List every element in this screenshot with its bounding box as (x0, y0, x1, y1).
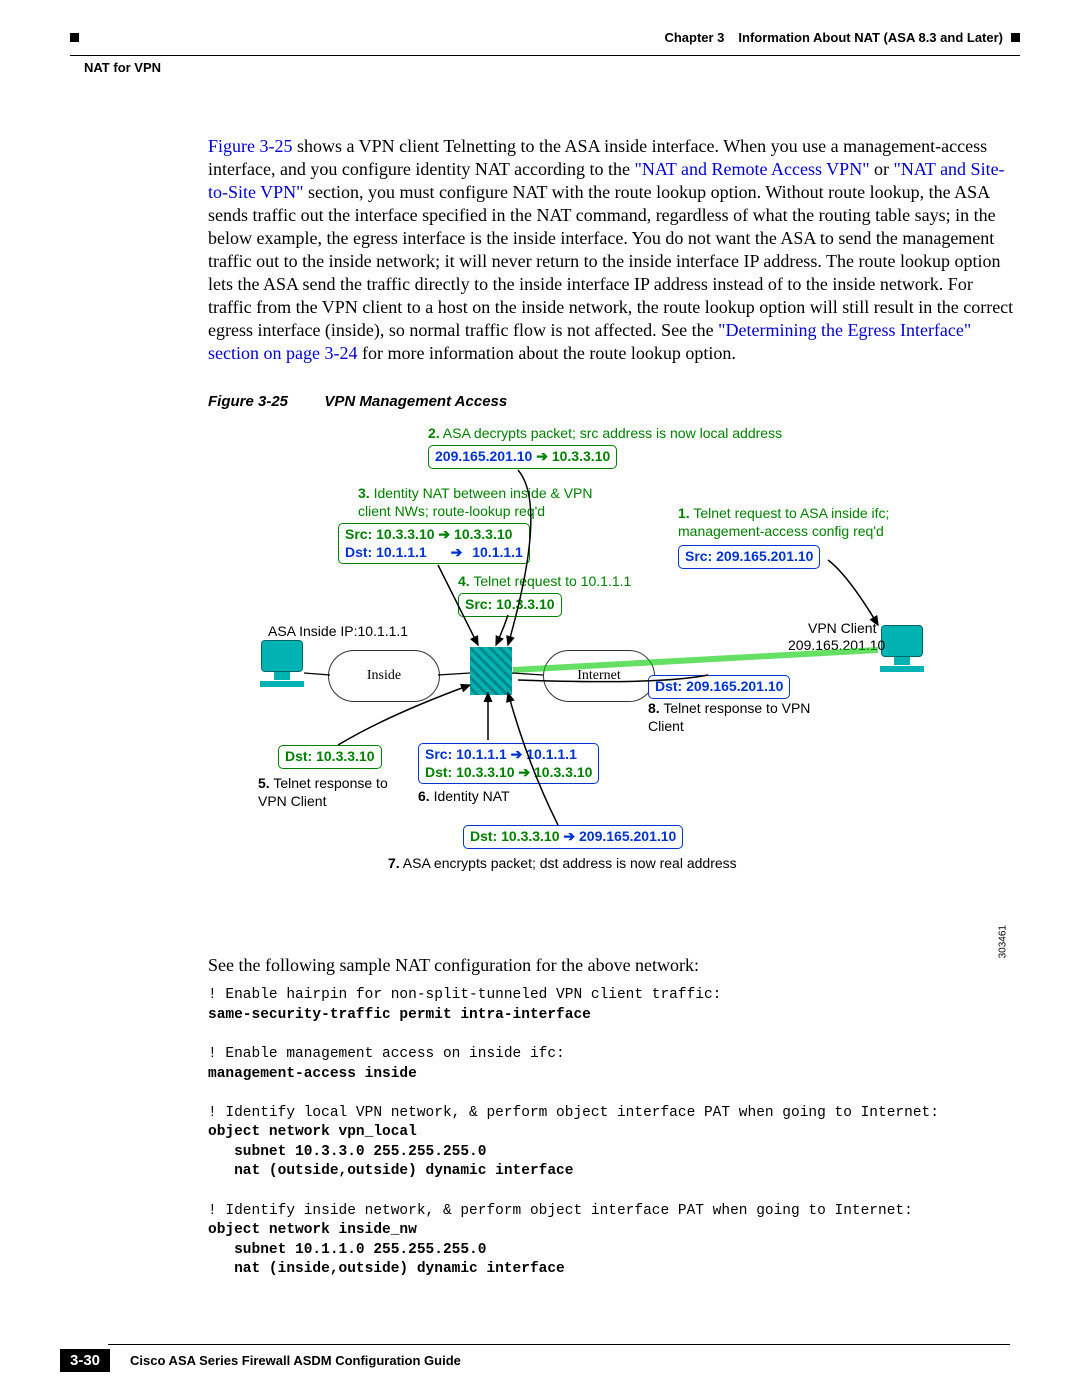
inside-cloud: Inside (328, 650, 440, 702)
step4-label: 4. Telnet request to 10.1.1.1 (458, 573, 631, 591)
figure-caption: Figure 3-25 VPN Management Access (208, 393, 1020, 410)
page-header: Chapter 3 Information About NAT (ASA 8.3… (70, 30, 1020, 45)
chapter-label: Chapter 3 (664, 30, 724, 45)
figure-id: 303461 (997, 925, 1008, 958)
nat-remote-link[interactable]: "NAT and Remote Access VPN" (635, 159, 870, 179)
internet-cloud: Internet (543, 650, 655, 702)
step8-label: 8. Telnet response to VPN Client (648, 700, 828, 735)
footer: 3-30 Cisco ASA Series Firewall ASDM Conf… (60, 1344, 1010, 1372)
step6-label: 6. Identity NAT (418, 788, 510, 806)
asa-router-icon (470, 647, 512, 695)
step7-box: Dst: 10.3.3.10 ➔ 209.165.201.10 (463, 825, 683, 849)
step2-label: 2. ASA decrypts packet; src address is n… (428, 425, 782, 443)
step3-box: Src: 10.3.3.10 ➔ 10.3.3.10 Dst: 10.1.1.1… (338, 523, 530, 564)
step1-label: 1. Telnet request to ASA inside ifc; man… (678, 505, 958, 540)
vpn-client-label: VPN Client (808, 620, 876, 638)
asa-ip-label: ASA Inside IP:10.1.1.1 (268, 623, 408, 641)
step2-box: 209.165.201.10 ➔ 10.3.3.10 (428, 445, 617, 469)
header-rule (70, 55, 1020, 56)
inside-pc-icon (258, 640, 306, 680)
figure-number: Figure 3-25 (208, 393, 288, 410)
follow-text: See the following sample NAT configurati… (208, 955, 1020, 976)
vpn-figure: 2. ASA decrypts packet; src address is n… (208, 425, 1008, 945)
figure-ref-link[interactable]: Figure 3-25 (208, 136, 293, 156)
vpn-client-ip: 209.165.201.10 (788, 637, 885, 655)
code-block: ! Enable hairpin for non-split-tunneled … (208, 986, 1020, 1279)
step8-box: Dst: 209.165.201.10 (648, 675, 790, 699)
step4-box: Src: 10.3.3.10 (458, 593, 562, 617)
step5-label: 5. Telnet response to VPN Client (258, 775, 408, 810)
step5-box: Dst: 10.3.3.10 (278, 745, 382, 769)
section-label: NAT for VPN (84, 60, 1020, 75)
step7-label: 7. ASA encrypts packet; dst address is n… (388, 855, 737, 873)
body-paragraph: Figure 3-25 shows a VPN client Telnettin… (208, 135, 1020, 365)
step3-label: 3. Identity NAT between inside & VPN cli… (358, 485, 618, 520)
bullet-square-icon (70, 33, 79, 42)
figure-title: VPN Management Access (324, 393, 507, 410)
step1-box: Src: 209.165.201.10 (678, 545, 820, 569)
page-number: 3-30 (60, 1349, 110, 1372)
bullet-square-icon (1011, 33, 1020, 42)
chapter-title: Information About NAT (ASA 8.3 and Later… (738, 30, 1003, 45)
step6-box: Src: 10.1.1.1 ➔ 10.1.1.1 Dst: 10.3.3.10 … (418, 743, 599, 784)
footer-title: Cisco ASA Series Firewall ASDM Configura… (130, 1353, 461, 1368)
